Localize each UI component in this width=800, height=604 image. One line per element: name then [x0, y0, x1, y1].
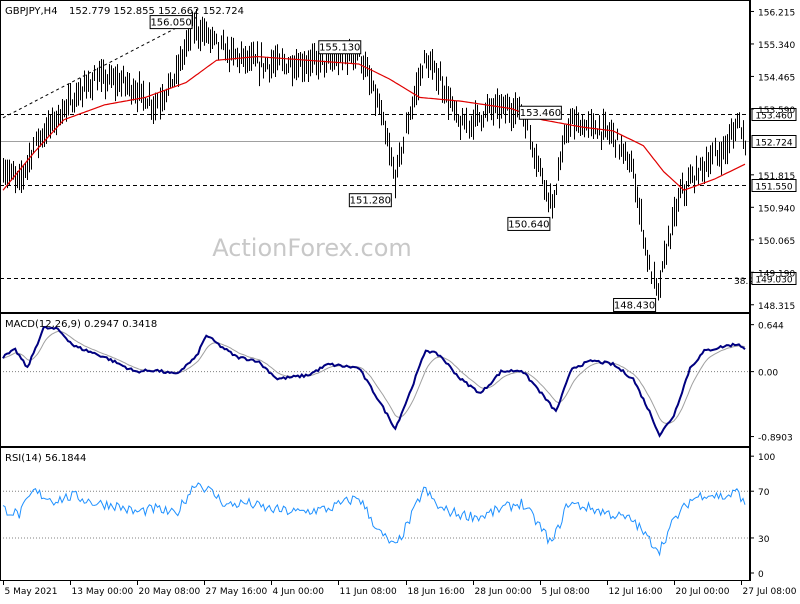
rsi-axis-tick-label: 0: [758, 570, 764, 580]
price-annotation-label: 150.640: [508, 219, 549, 230]
time-axis-tick-label: 5 May 2021: [5, 587, 58, 597]
macd-axis-tick-label: -0.8903: [758, 434, 793, 444]
level-price-label: 152.724: [755, 139, 792, 149]
chart-container: ActionForex.com 38.2 156.050 155.130 151.28…: [0, 0, 800, 600]
time-axis-tick-label: 20 May 08:00: [139, 587, 201, 597]
price-annotation-label: 151.280: [350, 196, 391, 207]
time-axis-tick-label: 28 Jun 00:00: [475, 587, 532, 597]
rsi-axis-tick-label: 70: [758, 488, 770, 498]
symbol-label: GBPJPY,H4: [5, 6, 58, 17]
macd-label: MACD(12,26,9) 0.2947 0.3418: [5, 319, 157, 330]
price-axis-tick-label: 150.940: [758, 204, 795, 214]
price-axis-tick-label: 150.065: [758, 237, 795, 247]
price-axis-tick-label: 156.215: [758, 8, 795, 18]
level-price-label: 151.550: [755, 183, 792, 193]
rsi-layer: [0, 482, 750, 557]
time-axis-tick-label: 12 Jul 16:00: [609, 587, 663, 597]
price-annotation-label: 153.460: [520, 108, 561, 119]
time-axis-tick-label: 20 Jul 00:00: [676, 587, 730, 597]
rsi-label: RSI(14) 56.1844: [5, 453, 86, 464]
rsi-axis-tick-label: 30: [758, 535, 770, 545]
price-axis-tick-label: 151.815: [758, 172, 795, 182]
rsi-line: [2, 482, 746, 557]
price-annotation-label: 155.130: [319, 43, 360, 54]
watermark-layer: ActionForex.com: [212, 234, 412, 262]
time-axis-tick-label: 5 Jul 08:00: [542, 587, 591, 597]
time-axis-tick-label: 11 Jun 08:00: [340, 587, 397, 597]
macd-panel-frame: [0, 313, 750, 447]
price-axis-tick-label: 154.465: [758, 73, 795, 83]
axis-layer: 153.460152.724151.550149.030156.215155.3…: [3, 8, 797, 597]
rsi-panel-frame: [0, 447, 750, 581]
price-axis-tick-label: 149.190: [758, 269, 795, 279]
ohlc-label: 152.779 152.855 152.662 152.724: [69, 6, 244, 17]
time-axis-tick-label: 18 Jun 16:00: [408, 587, 465, 597]
time-axis-tick-label: 4 Jun 00:00: [273, 587, 325, 597]
macd-axis-tick-label: 0.644: [758, 322, 784, 332]
annotation-layer: 38.2 156.050 155.130 151.280 153.460 150.640 1…: [149, 15, 754, 312]
price-annotation-label: 148.430: [614, 300, 655, 311]
macd-layer: [0, 325, 750, 438]
time-axis-tick-label: 13 May 00:00: [72, 587, 134, 597]
chart-svg: ActionForex.com 38.2 156.050 155.130 151.28…: [0, 0, 797, 597]
price-panel-frame: [0, 0, 750, 313]
rsi-axis-tick-label: 100: [758, 453, 775, 463]
price-axis-tick-label: 148.315: [758, 302, 795, 312]
macd-axis-tick-label: 0.00: [758, 369, 778, 379]
fib-label: 38.2: [734, 277, 754, 287]
watermark: ActionForex.com: [212, 234, 412, 262]
price-axis-tick-label: 153.590: [758, 106, 795, 116]
time-axis-tick-label: 27 Jul 08:00: [743, 587, 797, 597]
time-axis-tick-label: 27 May 16:00: [206, 587, 268, 597]
price-annotation-label: 156.050: [150, 18, 191, 29]
price-axis-tick-label: 155.340: [758, 41, 795, 51]
